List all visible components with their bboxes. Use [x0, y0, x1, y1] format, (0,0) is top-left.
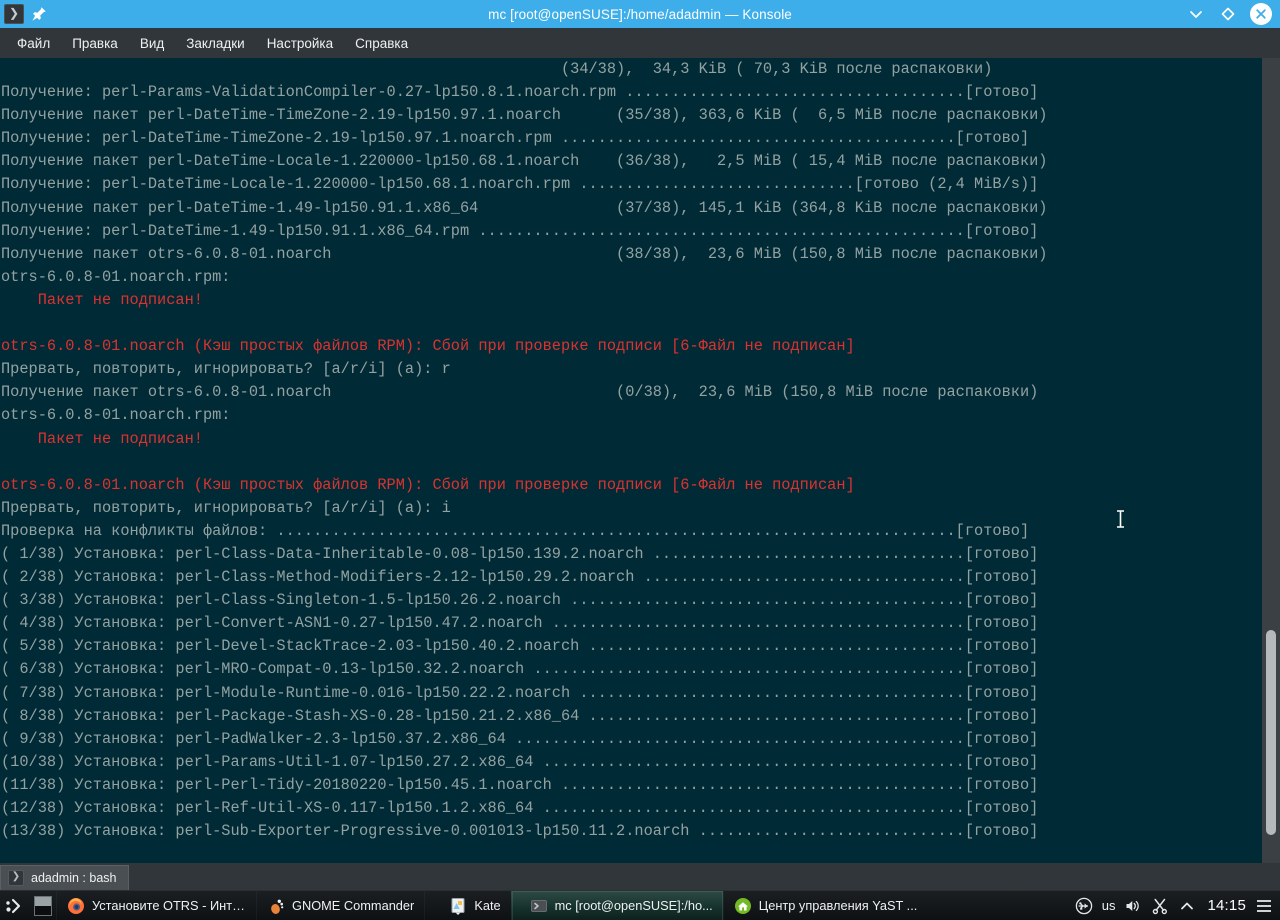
task-label: Установите OTRS - Интр... [92, 898, 246, 913]
task-gnome-commander[interactable]: GNOME Commander [256, 890, 424, 920]
terminal-line: Получение: perl-Params-ValidationCompile… [1, 83, 1039, 102]
speaker-icon[interactable] [1124, 897, 1142, 915]
terminal-line: ( 1/38) Установка: perl-Class-Data-Inher… [1, 544, 1039, 563]
window-titlebar[interactable]: ❯ mc [root@openSUSE]:/home/adadmin — Kon… [0, 0, 1280, 28]
titlebar-left-icons: ❯ [0, 4, 48, 24]
terminal-line: otrs-6.0.8-01.noarch.rpm: [1, 267, 231, 286]
hamburger-menu-icon[interactable] [1257, 899, 1271, 912]
menubar: Файл Правка Вид Закладки Настройка Справ… [0, 28, 1280, 58]
terminal-line: ( 9/38) Установка: perl-PadWalker-2.3-lp… [1, 729, 1039, 748]
terminal-line: ( 6/38) Установка: perl-MRO-Compat-0.13-… [1, 660, 1039, 679]
menu-settings[interactable]: Настройка [256, 32, 344, 55]
terminal-line: Получение пакет otrs-6.0.8-01.noarch (38… [1, 244, 1048, 263]
window-title: mc [root@openSUSE]:/home/adadmin — Konso… [488, 6, 792, 22]
task-mc-konsole[interactable]: mc [root@openSUSE]:/ho... [510, 890, 723, 920]
menu-edit[interactable]: Правка [61, 32, 129, 55]
menu-help[interactable]: Справка [344, 32, 419, 55]
terminal-output[interactable]: (34/38), 34,3 KiB ( 70,3 KiB после распа… [0, 58, 1280, 863]
terminal-icon: ❯ [8, 870, 24, 886]
konsole-tab-adadmin-bash[interactable]: ❯ adadmin : bash [0, 865, 130, 890]
terminal-line: (11/38) Установка: perl-Perl-Tidy-201802… [1, 775, 1039, 794]
system-tray: us 14:15 [1069, 891, 1280, 920]
terminal-line: Получение: perl-DateTime-Locale-1.220000… [1, 175, 1039, 194]
terminal-icon[interactable]: ❯ [4, 4, 24, 24]
terminal-line: otrs-6.0.8-01.noarch (Кэш простых файлов… [1, 337, 855, 356]
terminal-line: Получение: perl-DateTime-TimeZone-2.19-l… [1, 129, 1030, 148]
terminal-line: Получение пакет otrs-6.0.8-01.noarch (0/… [1, 383, 1039, 402]
show-desktop-icon[interactable] [30, 891, 56, 920]
task-label: Центр управления YaST ... [758, 898, 918, 913]
desktop-root: ❯ mc [root@openSUSE]:/home/adadmin — Kon… [0, 0, 1280, 920]
terminal-line: Получение: perl-DateTime-1.49-lp150.91.1… [1, 221, 1039, 240]
terminal-line: (34/38), 34,3 KiB ( 70,3 KiB после распа… [1, 60, 993, 78]
taskbar: Установите OTRS - Интр... GNOME Commande… [0, 890, 1280, 920]
terminal-line: (12/38) Установка: perl-Ref-Util-XS-0.11… [1, 799, 1039, 817]
terminal-line: Проверка на конфликты файлов: ..........… [1, 521, 1030, 540]
firefox-icon [67, 897, 85, 915]
terminal-line: Прервать, повторить, игнорировать? [a/r/… [1, 498, 451, 517]
menu-file[interactable]: Файл [6, 32, 61, 55]
close-icon[interactable] [1250, 3, 1272, 25]
task-label: Kate [474, 898, 501, 913]
terminal-line: ( 5/38) Установка: perl-Devel-StackTrace… [1, 637, 1039, 656]
kate-icon [449, 897, 467, 915]
gnome-foot-icon [267, 897, 285, 915]
terminal-line: (13/38) Установка: perl-Sub-Exporter-Pro… [1, 822, 1039, 841]
window-controls [1186, 3, 1280, 25]
terminal-line: otrs-6.0.8-01.noarch (Кэш простых файлов… [1, 475, 855, 494]
terminal-line: otrs-6.0.8-01.noarch.rpm: [1, 406, 231, 425]
terminal-line: ( 2/38) Установка: perl-Class-Method-Mod… [1, 568, 1039, 587]
task-label: mc [root@openSUSE]:/ho... [554, 898, 713, 913]
terminal-line: Получение пакет perl-DateTime-Locale-1.2… [1, 152, 1048, 171]
terminal-line: Получение пакет perl-DateTime-1.49-lp150… [1, 198, 1048, 217]
menu-bookmarks[interactable]: Закладки [175, 32, 255, 55]
terminal-icon [530, 897, 548, 915]
terminal-line: Пакет не подписан! [1, 429, 203, 448]
konsole-tabbar: ❯ adadmin : bash [0, 863, 1280, 890]
usb-device-icon[interactable] [1075, 897, 1093, 915]
scissors-icon[interactable] [1151, 897, 1169, 915]
keyboard-layout-indicator[interactable]: us [1102, 898, 1116, 913]
terminal-line: ( 4/38) Установка: perl-Convert-ASN1-0.2… [1, 614, 1039, 633]
task-label: GNOME Commander [292, 898, 415, 913]
terminal-text: (34/38), 34,3 KiB ( 70,3 KiB после распа… [0, 58, 1258, 843]
terminal-line: (10/38) Установка: perl-Params-Util-1.07… [1, 752, 1039, 771]
pin-icon[interactable] [30, 5, 48, 23]
terminal-line: ( 8/38) Установка: perl-Package-Stash-XS… [1, 706, 1039, 725]
terminal-scrollbar[interactable] [1262, 58, 1280, 863]
menu-view[interactable]: Вид [129, 32, 175, 55]
yast-icon [734, 897, 752, 915]
terminal-line: Прервать, повторить, игнорировать? [a/r/… [1, 360, 451, 379]
chevron-down-icon[interactable] [1186, 4, 1206, 24]
terminal-line: Пакет не подписан! [1, 290, 203, 309]
kickoff-launcher-icon[interactable] [0, 891, 30, 920]
scrollbar-thumb[interactable] [1266, 630, 1276, 835]
terminal-line: ( 3/38) Установка: perl-Class-Singleton-… [1, 591, 1039, 610]
task-kate[interactable]: Kate [424, 890, 510, 920]
clock[interactable]: 14:15 [1205, 897, 1248, 914]
chevron-up-icon[interactable] [1178, 897, 1196, 915]
konsole-tab-label: adadmin : bash [31, 871, 117, 885]
terminal-line: Получение пакет perl-DateTime-TimeZone-2… [1, 106, 1048, 125]
window-task-list: Установите OTRS - Интр... GNOME Commande… [56, 890, 1069, 920]
task-firefox-otrs[interactable]: Установите OTRS - Интр... [56, 890, 256, 920]
diamond-icon[interactable] [1218, 4, 1238, 24]
terminal-line: ( 7/38) Установка: perl-Module-Runtime-0… [1, 683, 1039, 702]
task-yast-control-center[interactable]: Центр управления YaST ... [722, 890, 928, 920]
